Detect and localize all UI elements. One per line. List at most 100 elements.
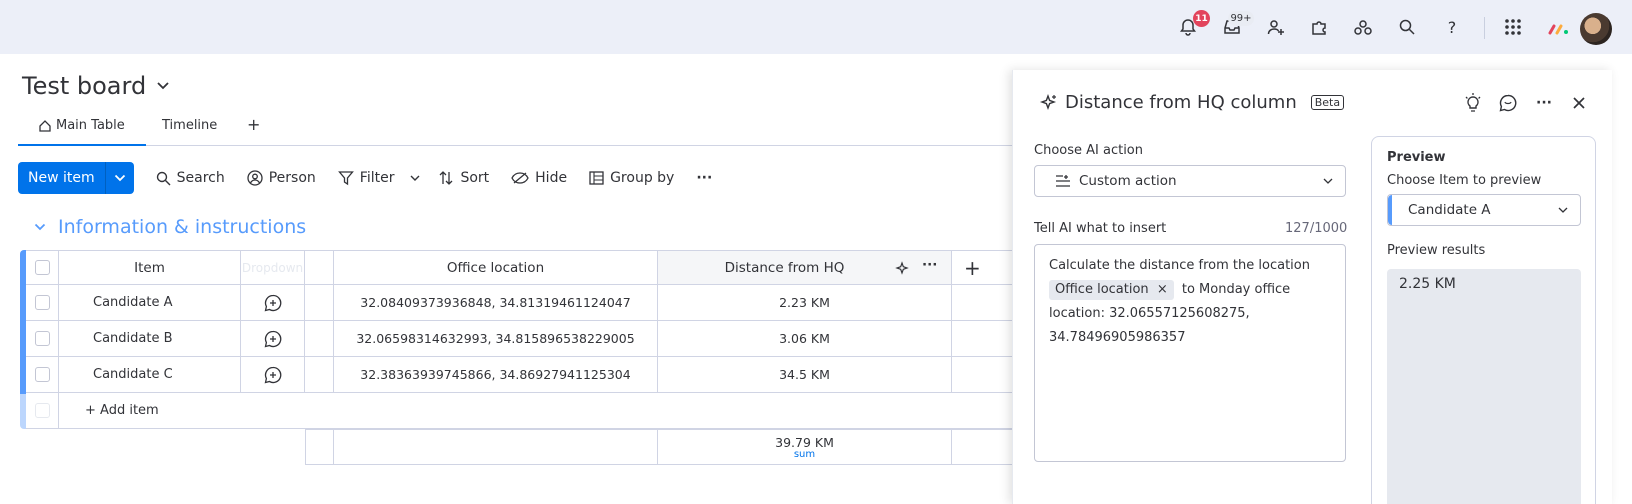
add-update-icon[interactable] [264, 294, 282, 312]
person-icon [247, 170, 263, 186]
hide-label: Hide [535, 170, 568, 186]
table-row-item[interactable]: Candidate C [59, 357, 241, 393]
office-location-value: 32.08409373936848, 34.81319461124047 [360, 295, 631, 310]
tab-timeline[interactable]: Timeline [162, 118, 217, 133]
lightbulb-icon[interactable] [1462, 92, 1484, 114]
column-chip[interactable]: Office location × [1049, 280, 1174, 300]
group-by-button[interactable]: Group by [589, 170, 674, 186]
select-all-checkbox[interactable] [34, 260, 50, 275]
new-item-label[interactable]: New item [18, 162, 106, 194]
group-title[interactable]: Information & instructions [58, 216, 306, 238]
column-header-distance[interactable]: Distance from HQ ··· [658, 250, 952, 285]
chevron-down-icon[interactable] [106, 162, 134, 194]
chevron-down-icon[interactable] [34, 223, 46, 231]
ai-sparkle-icon[interactable] [894, 261, 910, 277]
add-update-icon[interactable] [264, 366, 282, 384]
filter-button[interactable]: Filter [337, 170, 421, 186]
table-row-item[interactable]: Candidate B [59, 321, 241, 357]
add-item-row[interactable]: + Add item [59, 393, 1012, 429]
updates-cell[interactable] [241, 321, 305, 357]
chevron-down-icon[interactable] [410, 175, 420, 182]
active-tab-indicator [18, 144, 146, 146]
sort-button[interactable]: Sort [438, 170, 489, 186]
add-column-label: + [964, 255, 981, 280]
chevron-down-icon[interactable] [1558, 207, 1568, 214]
column-header-office-location[interactable]: Office location [334, 250, 658, 285]
column-menu-icon[interactable]: ··· [922, 257, 937, 273]
office-location-cell[interactable]: 32.38363939745866, 34.86927941125304 [334, 357, 658, 393]
new-item-button[interactable]: New item [18, 162, 134, 194]
summary-office-cell [334, 429, 658, 465]
column-header-label: Distance from HQ [724, 259, 845, 276]
choose-item-label: Choose Item to preview [1387, 173, 1542, 188]
insert-label: Tell AI what to insert [1034, 221, 1167, 236]
summary-value: 39.79 KM [775, 434, 834, 450]
person-label: Person [268, 170, 316, 186]
help-icon[interactable]: ? [1442, 17, 1462, 37]
office-location-cell[interactable]: 32.06598314632993, 34.815896538229005 [334, 321, 658, 357]
updates-cell[interactable] [241, 285, 305, 321]
add-update-icon[interactable] [264, 330, 282, 348]
add-column-button[interactable]: + [952, 250, 1012, 285]
top-bar: 11 99+ ? [0, 0, 1632, 54]
column-header-label: Office location [446, 259, 545, 276]
preview-item-select[interactable]: Candidate A [1387, 194, 1581, 226]
filter-icon [337, 170, 354, 186]
add-item-input[interactable]: + Add item [85, 403, 159, 418]
distance-value: 34.5 KM [779, 367, 830, 382]
summary-label: sum [793, 448, 816, 460]
integrations-icon[interactable] [1353, 17, 1373, 37]
column-header-label: Item [134, 259, 165, 276]
ai-action-select[interactable]: Custom action [1034, 165, 1346, 197]
search-button[interactable]: Search [156, 170, 225, 186]
search-icon[interactable] [1397, 17, 1417, 37]
header-checkbox-cell[interactable] [26, 250, 59, 285]
updates-cell[interactable] [241, 357, 305, 393]
add-view-button[interactable]: + [247, 115, 260, 134]
row-checkbox-cell[interactable] [26, 357, 59, 393]
table-row-item[interactable]: Candidate A [59, 285, 241, 321]
ai-prompt-textarea[interactable]: Calculate the distance from the location… [1034, 244, 1346, 462]
prompt-text: Calculate the distance from the location [1049, 258, 1310, 273]
person-filter-button[interactable]: Person [247, 170, 316, 186]
hide-button[interactable]: Hide [511, 170, 567, 186]
ai-action-value: Custom action [1079, 173, 1177, 189]
close-icon[interactable] [1568, 92, 1590, 114]
search-label: Search [176, 170, 225, 186]
row-checkbox[interactable] [34, 295, 50, 310]
item-name[interactable]: Candidate B [93, 331, 173, 346]
board-title-row[interactable]: Test board [22, 72, 170, 100]
column-header-dropdown[interactable]: Dropdown [241, 250, 305, 285]
spacer-cell [305, 285, 334, 321]
row-checkbox[interactable] [34, 367, 50, 382]
filter-label: Filter [359, 170, 395, 186]
item-name[interactable]: Candidate A [93, 295, 173, 310]
office-location-cell[interactable]: 32.08409373936848, 34.81319461124047 [334, 285, 658, 321]
apps-icon[interactable] [1309, 17, 1329, 37]
summary-distance-cell[interactable]: 39.79 KM sum [658, 429, 952, 465]
feedback-icon[interactable] [1497, 92, 1519, 114]
panel-title: Distance from HQ column [1065, 92, 1297, 113]
row-checkbox[interactable] [34, 331, 50, 346]
distance-cell[interactable]: 3.06 KM [658, 321, 952, 357]
column-header-item[interactable]: Item [59, 250, 241, 285]
item-color-bar [1388, 195, 1392, 225]
avatar[interactable] [1580, 13, 1612, 45]
app-switcher-icon[interactable] [1503, 17, 1523, 37]
chip-close-icon[interactable]: × [1157, 282, 1168, 297]
item-name[interactable]: Candidate C [93, 367, 173, 382]
more-icon[interactable]: ··· [1533, 92, 1555, 114]
row-checkbox-cell[interactable] [26, 321, 59, 357]
group-header[interactable]: Information & instructions [34, 216, 306, 238]
distance-cell[interactable]: 34.5 KM [658, 357, 952, 393]
distance-cell[interactable]: 2.23 KM [658, 285, 952, 321]
board-toolbar: New item Search Person Filter Sort Hide … [18, 162, 712, 194]
chevron-down-icon[interactable] [1323, 178, 1333, 185]
preview-title: Preview [1387, 150, 1446, 165]
invite-members-icon[interactable] [1266, 17, 1286, 37]
more-options-button[interactable]: ··· [696, 170, 712, 186]
tab-main-table[interactable]: Main Table [38, 118, 125, 133]
chevron-down-icon[interactable] [156, 81, 170, 91]
row-checkbox-cell[interactable] [26, 285, 59, 321]
distance-value: 2.23 KM [779, 295, 830, 310]
